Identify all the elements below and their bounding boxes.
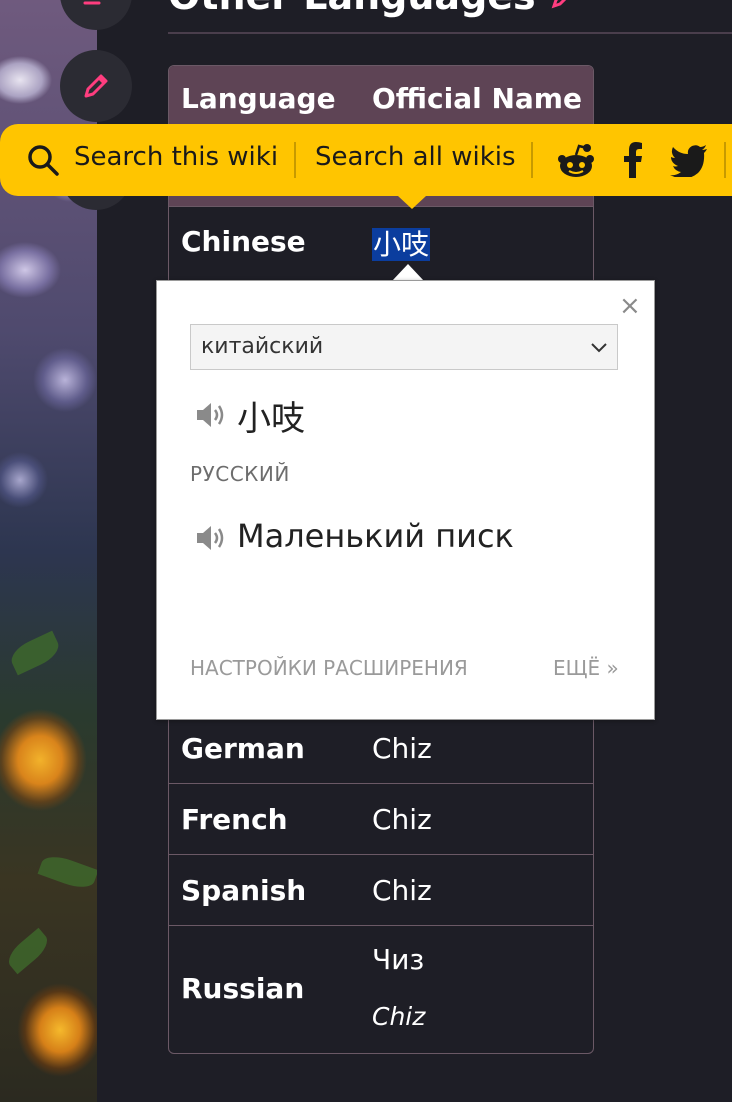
column-header-language: Language xyxy=(181,82,336,115)
close-icon[interactable]: × xyxy=(619,293,641,319)
table-row: Spanish Chiz xyxy=(169,854,593,926)
extension-settings-link[interactable]: НАСТРОЙКИ РАСШИРЕНИЯ xyxy=(190,656,468,680)
list-icon xyxy=(83,1,101,5)
language-cell: French xyxy=(181,803,288,836)
table-row: Chinese 小吱 xyxy=(169,206,593,277)
language-cell: Chinese xyxy=(181,225,306,258)
page-title: Other Languages xyxy=(168,0,575,18)
speaker-icon[interactable] xyxy=(194,400,228,430)
twitter-icon[interactable] xyxy=(670,145,708,177)
title-divider xyxy=(168,32,732,34)
source-language-select[interactable]: китайский xyxy=(190,324,618,370)
translation-popup: × китайский 小吱 РУССКИЙ Маленький писк НА… xyxy=(156,280,655,720)
language-cell: Russian xyxy=(181,972,305,1005)
search-all-wikis-button[interactable]: Search all wikis xyxy=(315,142,516,172)
search-icon xyxy=(28,145,59,176)
search-bar-pointer xyxy=(398,196,426,209)
table-row: German Chiz xyxy=(169,713,593,784)
official-name-transliteration: Chiz xyxy=(372,1002,426,1031)
chevron-down-icon xyxy=(591,343,607,353)
table-row: Russian Чиз Chiz xyxy=(169,925,593,1053)
table-row: French Chiz xyxy=(169,783,593,855)
selected-text[interactable]: 小吱 xyxy=(372,228,431,261)
translated-text: Маленький писк xyxy=(237,517,514,555)
edit-button[interactable] xyxy=(60,50,132,122)
edit-section-icon[interactable] xyxy=(549,0,575,12)
divider xyxy=(531,142,533,178)
official-name-cell: Chiz xyxy=(372,732,432,765)
official-name-cell: 小吱 xyxy=(372,223,431,263)
column-header-official-name: Official Name xyxy=(372,82,582,115)
reddit-icon[interactable] xyxy=(556,142,596,180)
language-cell: Spanish xyxy=(181,874,307,907)
search-this-wiki-button[interactable]: Search this wiki xyxy=(74,142,278,172)
official-name-cell: Чиз xyxy=(372,943,425,976)
more-link[interactable]: ЕЩЁ » xyxy=(553,656,619,680)
target-language-label: РУССКИЙ xyxy=(190,462,290,486)
search-bar: Search this wiki Search all wikis xyxy=(0,124,732,209)
divider xyxy=(724,142,726,178)
source-language-value: китайский xyxy=(201,334,324,359)
language-cell: German xyxy=(181,732,305,765)
official-name-cell: Chiz xyxy=(372,803,432,836)
facebook-icon[interactable] xyxy=(623,142,643,178)
speaker-icon[interactable] xyxy=(194,523,228,553)
divider xyxy=(294,142,296,178)
pencil-icon xyxy=(84,74,108,98)
official-name-cell: Chiz xyxy=(372,874,432,907)
source-text: 小吱 xyxy=(237,399,305,439)
popup-pointer xyxy=(392,264,424,281)
